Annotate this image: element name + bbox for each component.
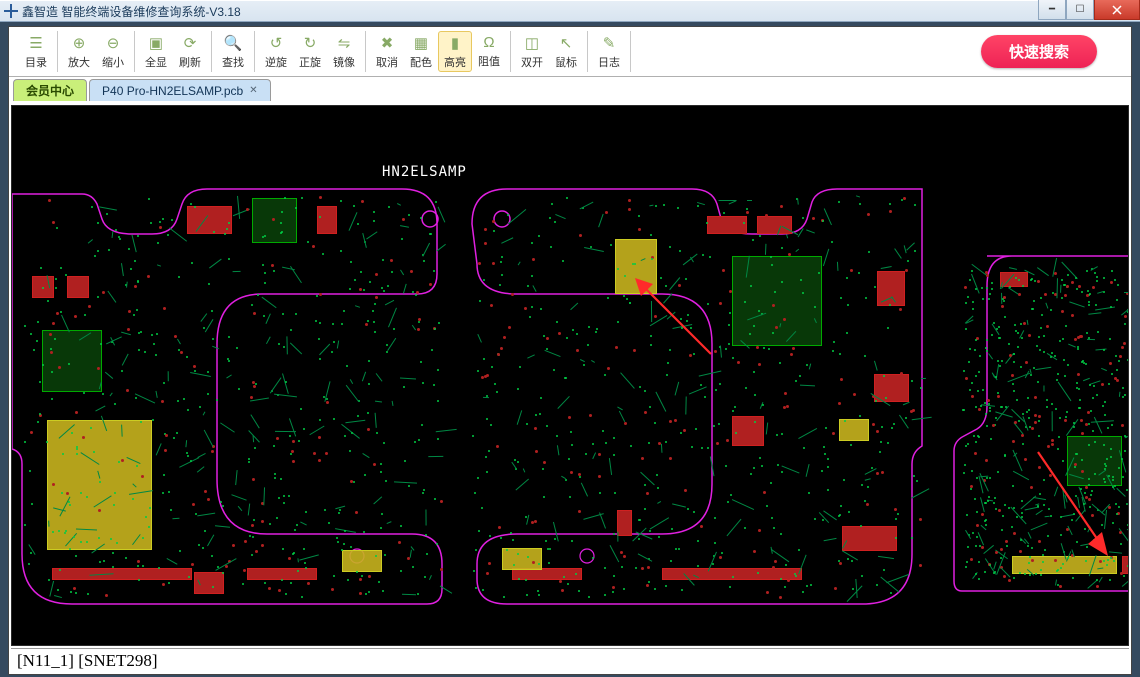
chip-red bbox=[187, 206, 232, 234]
tool-目录[interactable]: ☰ 目录 bbox=[19, 31, 53, 72]
app-frame: ☰ 目录 ⊕ 放大 ⊖ 缩小 ▣ 全显 ⟳ 刷新 🔍 查找 ↺ 逆旋 ↻ 正旋 ⇋ 镜像 ✖ 取消 ▦ 配色 ▮ 高亮 Ω 阻值 ◫… bbox=[8, 26, 1132, 675]
connector-red bbox=[52, 568, 192, 580]
tool-日志[interactable]: ✎ 日志 bbox=[592, 31, 626, 72]
annotation-arrow-1 bbox=[631, 274, 721, 367]
tool-label: 取消 bbox=[376, 54, 398, 70]
pcb-canvas[interactable]: HN2ELSAMP bbox=[11, 105, 1129, 646]
status-bar: [N11_1] [SNET298] bbox=[11, 648, 1129, 672]
tool-配色[interactable]: ▦ 配色 bbox=[404, 31, 438, 72]
maximize-button[interactable]: ☐ bbox=[1066, 0, 1094, 20]
chip-large-yellow bbox=[47, 420, 152, 550]
tool-label: 鼠标 bbox=[555, 54, 577, 70]
tool-刷新[interactable]: ⟳ 刷新 bbox=[173, 31, 207, 72]
tool-放大[interactable]: ⊕ 放大 bbox=[62, 31, 96, 72]
tool-label: 逆旋 bbox=[265, 54, 287, 70]
tool-逆旋[interactable]: ↺ 逆旋 bbox=[259, 31, 293, 72]
chip-red bbox=[617, 510, 632, 536]
tool-icon: ✖ bbox=[378, 34, 396, 52]
tool-label: 日志 bbox=[598, 54, 620, 70]
tool-label: 双开 bbox=[521, 54, 543, 70]
tool-阻值[interactable]: Ω 阻值 bbox=[472, 31, 506, 72]
tool-label: 放大 bbox=[68, 54, 90, 70]
tool-label: 阻值 bbox=[478, 53, 500, 69]
board-label: HN2ELSAMP bbox=[382, 164, 467, 180]
tool-icon: ☰ bbox=[27, 34, 45, 52]
chip-red bbox=[67, 276, 89, 298]
chip-yellow bbox=[839, 419, 869, 441]
tool-label: 刷新 bbox=[179, 54, 201, 70]
chip-red bbox=[732, 416, 764, 446]
annotation-arrow-2 bbox=[1030, 444, 1120, 567]
tool-正旋[interactable]: ↻ 正旋 bbox=[293, 31, 327, 72]
tool-查找[interactable]: 🔍 查找 bbox=[216, 31, 250, 72]
titlebar: 鑫智造 智能终端设备维修查询系统-V3.18 bbox=[0, 0, 1140, 22]
tool-label: 镜像 bbox=[333, 54, 355, 70]
tool-高亮[interactable]: ▮ 高亮 bbox=[438, 31, 472, 72]
status-net-label: [N11_1] [SNET298] bbox=[17, 651, 158, 671]
tool-icon: ⟳ bbox=[181, 34, 199, 52]
tool-icon: ▮ bbox=[446, 34, 464, 52]
tool-label: 缩小 bbox=[102, 54, 124, 70]
quick-search-button[interactable]: 快速搜索 bbox=[981, 35, 1097, 68]
tool-icon: ✎ bbox=[600, 34, 618, 52]
tool-label: 正旋 bbox=[299, 54, 321, 70]
chip-red bbox=[707, 216, 747, 234]
tool-双开[interactable]: ◫ 双开 bbox=[515, 31, 549, 72]
tool-label: 配色 bbox=[410, 54, 432, 70]
tool-icon: ↖ bbox=[557, 34, 575, 52]
tool-缩小[interactable]: ⊖ 缩小 bbox=[96, 31, 130, 72]
tool-label: 目录 bbox=[25, 54, 47, 70]
tool-icon: 🔍 bbox=[224, 34, 242, 52]
tool-icon: ⊕ bbox=[70, 34, 88, 52]
chip-yellow bbox=[502, 548, 542, 570]
close-button[interactable] bbox=[1094, 0, 1140, 20]
tool-icon: ↻ bbox=[301, 34, 319, 52]
toolbar: ☰ 目录 ⊕ 放大 ⊖ 缩小 ▣ 全显 ⟳ 刷新 🔍 查找 ↺ 逆旋 ↻ 正旋 ⇋ 镜像 ✖ 取消 ▦ 配色 ▮ 高亮 Ω 阻值 ◫… bbox=[9, 27, 1131, 77]
app-icon bbox=[4, 4, 18, 18]
tab-pcb-file[interactable]: P40 Pro-HN2ELSAMP.pcb ✕ bbox=[89, 79, 271, 101]
tool-icon: ↺ bbox=[267, 34, 285, 52]
chip-yellow bbox=[342, 550, 382, 572]
tool-label: 查找 bbox=[222, 54, 244, 70]
tool-icon: ▦ bbox=[412, 34, 430, 52]
chip-red bbox=[757, 216, 792, 234]
window-controls: ━ ☐ bbox=[1038, 0, 1140, 20]
tool-鼠标[interactable]: ↖ 鼠标 bbox=[549, 31, 583, 72]
tool-icon: ▣ bbox=[147, 34, 165, 52]
tab-member-center[interactable]: 会员中心 bbox=[13, 79, 87, 101]
chip-green bbox=[42, 330, 102, 392]
minimize-button[interactable]: ━ bbox=[1038, 0, 1066, 20]
tool-icon: ⇋ bbox=[335, 34, 353, 52]
tool-icon: ⊖ bbox=[104, 34, 122, 52]
connector-red bbox=[247, 568, 317, 580]
app-title: 鑫智造 智能终端设备维修查询系统-V3.18 bbox=[22, 3, 241, 20]
tool-label: 高亮 bbox=[444, 54, 466, 70]
tool-label: 全显 bbox=[145, 54, 167, 70]
chip-red bbox=[842, 526, 897, 551]
chip-red bbox=[317, 206, 337, 234]
tool-icon: Ω bbox=[480, 34, 498, 51]
tab-label: P40 Pro-HN2ELSAMP.pcb bbox=[102, 84, 243, 98]
close-icon[interactable]: ✕ bbox=[249, 85, 257, 96]
tool-镜像[interactable]: ⇋ 镜像 bbox=[327, 31, 361, 72]
tool-全显[interactable]: ▣ 全显 bbox=[139, 31, 173, 72]
tool-icon: ◫ bbox=[523, 34, 541, 52]
tab-label: 会员中心 bbox=[26, 82, 74, 99]
tab-strip: 会员中心 P40 Pro-HN2ELSAMP.pcb ✕ bbox=[9, 77, 1131, 101]
tool-取消[interactable]: ✖ 取消 bbox=[370, 31, 404, 72]
